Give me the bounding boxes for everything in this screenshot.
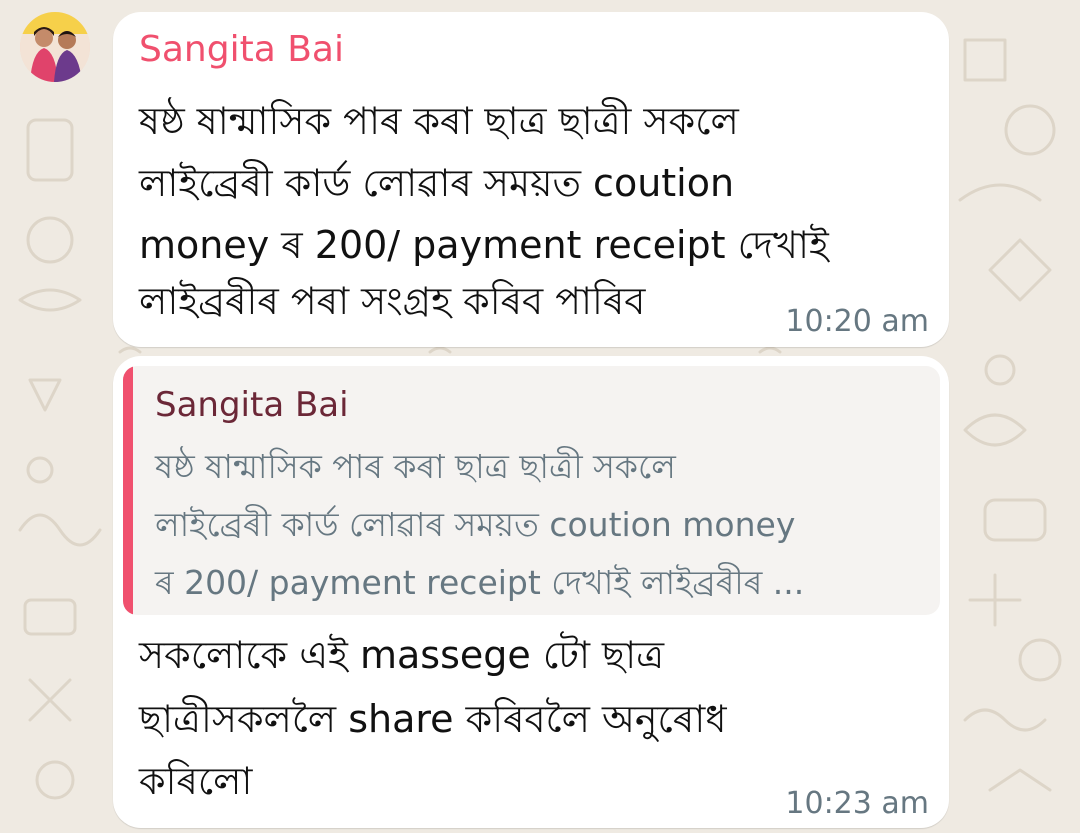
- quote-accent-bar: [123, 366, 133, 615]
- quoted-sender-name: Sangita Bai: [155, 385, 349, 425]
- message-timestamp: 10:23 am: [785, 786, 929, 821]
- message-bubble-1[interactable]: Sangita Bai ষষ্ঠ ষান্মাসিক পাৰ কৰা ছাত্ৰ…: [113, 12, 949, 347]
- quoted-reply-preview[interactable]: Sangita Bai ষষ্ঠ ষান্মাসিক পাৰ কৰা ছাত্ৰ…: [123, 366, 940, 615]
- message-text-line: সকলোকে এই massege টো ছাত্ৰ: [139, 633, 665, 677]
- message-text-line: কৰিলো: [139, 759, 253, 803]
- message-text-line: লাইব্ৰৰীৰ পৰা সংগ্ৰহ কৰিব পাৰিব: [139, 279, 646, 323]
- quoted-text-line: ষষ্ঠ ষান্মাসিক পাৰ কৰা ছাত্ৰ ছাত্ৰী সকলে: [155, 447, 676, 486]
- message-sender-name[interactable]: Sangita Bai: [139, 28, 344, 72]
- message-timestamp: 10:20 am: [785, 304, 929, 339]
- message-bubble-2[interactable]: Sangita Bai ষষ্ঠ ষান্মাসিক পাৰ কৰা ছাত্ৰ…: [113, 356, 949, 828]
- sender-avatar[interactable]: [20, 12, 90, 82]
- message-text-line: লাইব্ৰেৰী কাৰ্ড লোৱাৰ সময়ত coution: [139, 161, 735, 205]
- message-text-line: money ৰ 200/ payment receipt দেখাই: [139, 223, 829, 267]
- message-text-line: ছাত্ৰীসকললৈ share কৰিবলৈ অনুৰোধ: [139, 697, 727, 741]
- message-text-line: ষষ্ঠ ষান্মাসিক পাৰ কৰা ছাত্ৰ ছাত্ৰী সকলে: [139, 99, 739, 143]
- quoted-text-line: ৰ 200/ payment receipt দেখাই লাইব্ৰৰীৰ .…: [155, 563, 805, 602]
- quoted-text-line: লাইব্ৰেৰী কাৰ্ড লোৱাৰ সময়ত coution mone…: [155, 505, 796, 544]
- couple-photo-avatar-icon: [20, 12, 90, 82]
